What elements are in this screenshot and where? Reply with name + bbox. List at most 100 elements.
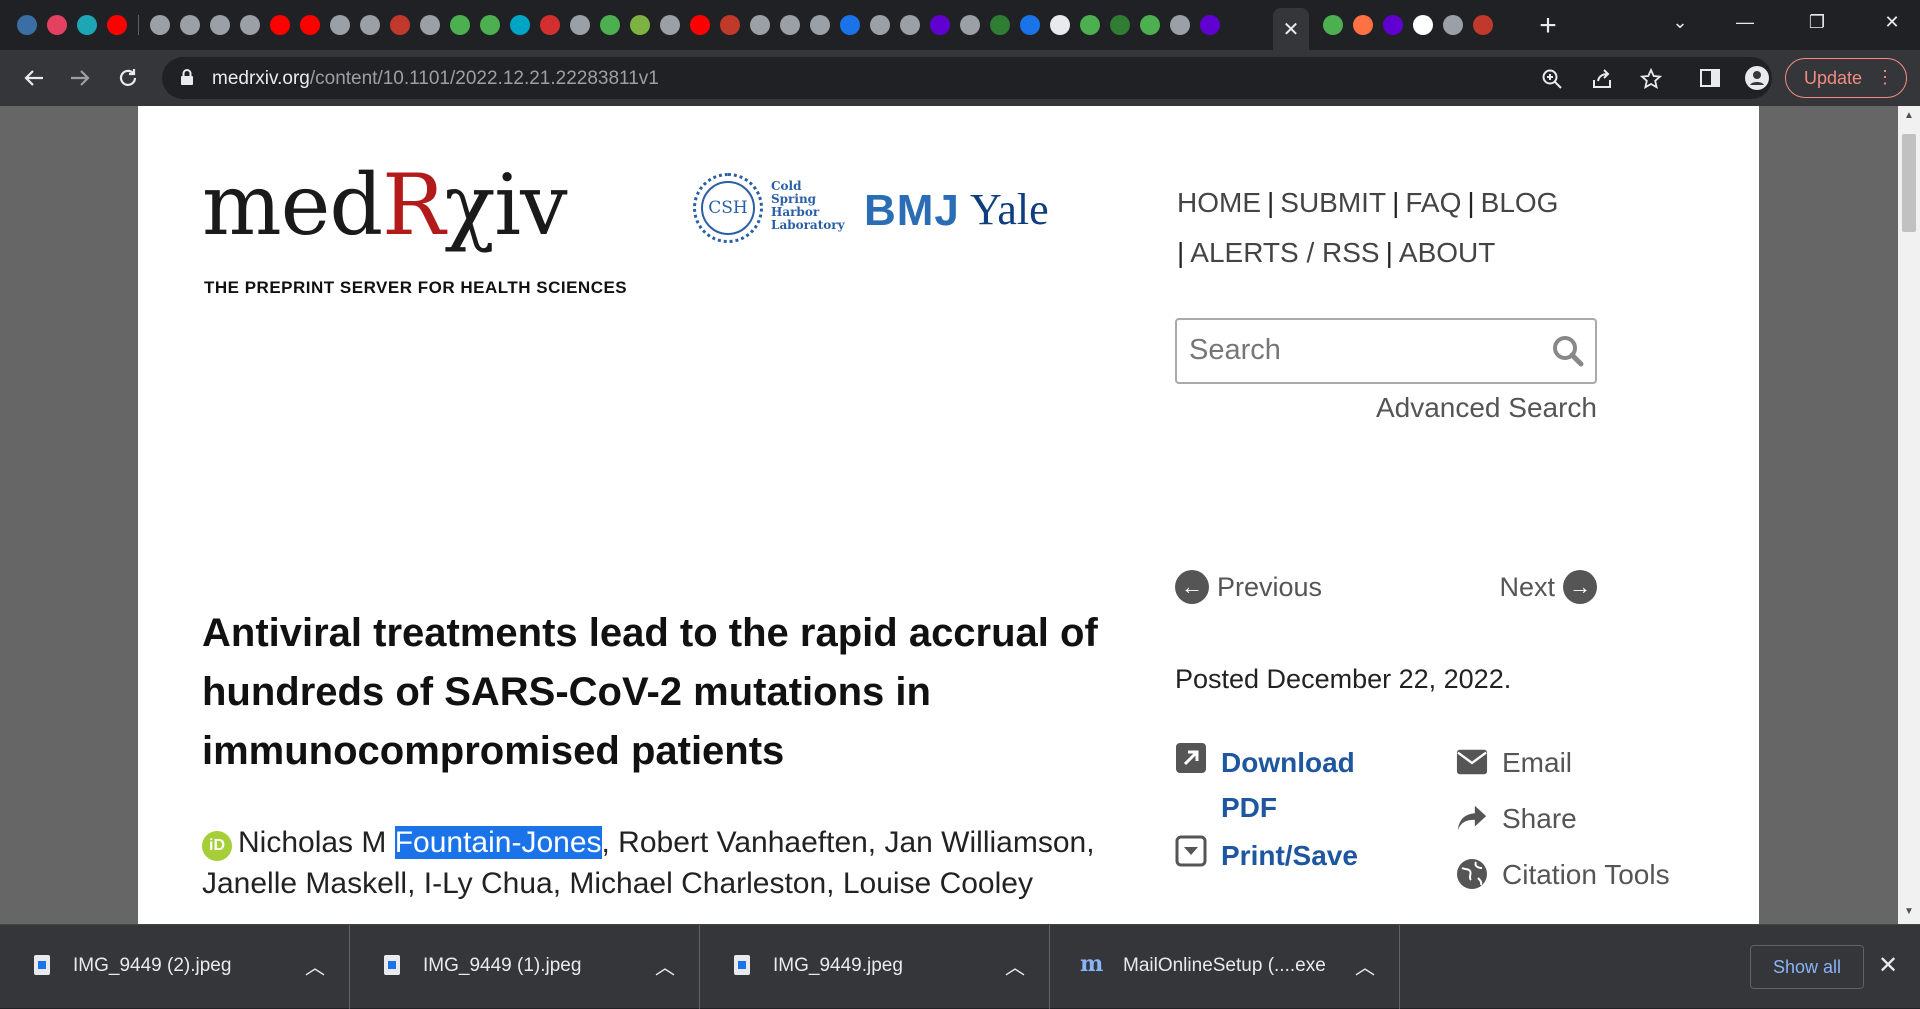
print-save-link[interactable]: Print/Save: [1175, 833, 1358, 878]
nav-home[interactable]: HOME: [1177, 187, 1261, 218]
update-button[interactable]: Update ⋮: [1785, 58, 1907, 98]
tab-favicon[interactable]: [625, 10, 655, 40]
medrxiv-logo[interactable]: medRχiv: [202, 156, 568, 254]
nav-submit[interactable]: SUBMIT: [1280, 187, 1386, 218]
yale-logo[interactable]: Yale: [970, 184, 1049, 235]
tab-favicon[interactable]: [535, 10, 565, 40]
tab-favicon[interactable]: [715, 10, 745, 40]
tab-favicon[interactable]: [265, 10, 295, 40]
tab-favicon[interactable]: [775, 10, 805, 40]
next-link[interactable]: Next →: [1427, 570, 1597, 604]
tab-favicon[interactable]: [445, 10, 475, 40]
tab-favicon[interactable]: [145, 10, 175, 40]
zoom-icon[interactable]: [1540, 67, 1564, 91]
download-item[interactable]: IMG_9449 (2).jpeg ︿: [0, 925, 350, 1009]
download-item[interactable]: IMG_9449.jpeg ︿: [700, 925, 1050, 1009]
orcid-icon[interactable]: iD: [202, 831, 232, 861]
tab-favicon[interactable]: [295, 10, 325, 40]
more-menu-icon[interactable]: ⋮: [1876, 67, 1894, 88]
close-shelf-icon[interactable]: ✕: [1878, 951, 1898, 980]
chevron-up-icon[interactable]: ︿: [305, 951, 325, 980]
tab-favicon[interactable]: [385, 10, 415, 40]
new-tab-button[interactable]: +: [1530, 10, 1566, 42]
tab-favicon[interactable]: [1165, 10, 1195, 40]
chevron-up-icon[interactable]: ︿: [1005, 951, 1025, 980]
tab-favicon[interactable]: [685, 10, 715, 40]
tab-favicon[interactable]: [835, 10, 865, 40]
tab-favicon[interactable]: [205, 10, 235, 40]
tab-favicon[interactable]: [565, 10, 595, 40]
forward-button[interactable]: [62, 60, 98, 96]
tab-favicon[interactable]: [355, 10, 385, 40]
nav-alerts-rss[interactable]: ALERTS / RSS: [1190, 237, 1379, 268]
tab-favicon[interactable]: [895, 10, 925, 40]
download-item[interactable]: m MailOnlineSetup (....exe ︿: [1050, 925, 1400, 1009]
tab-favicon[interactable]: [475, 10, 505, 40]
tab-favicon[interactable]: [1105, 10, 1135, 40]
tab-favicon[interactable]: [1438, 10, 1468, 40]
previous-link[interactable]: ← Previous: [1175, 570, 1322, 604]
tab-favicon[interactable]: [505, 10, 535, 40]
bmj-logo[interactable]: BMJ: [864, 186, 960, 236]
tab-favicon[interactable]: [955, 10, 985, 40]
reload-button[interactable]: [110, 60, 146, 96]
nav-about[interactable]: ABOUT: [1399, 237, 1495, 268]
tab-favicon[interactable]: [1015, 10, 1045, 40]
email-link[interactable]: Email: [1456, 740, 1572, 785]
profile-avatar-icon[interactable]: [1741, 62, 1773, 94]
search-icon[interactable]: [1551, 334, 1585, 368]
share-page-icon[interactable]: [1590, 67, 1614, 91]
active-tab[interactable]: ✕: [1273, 8, 1309, 50]
tab-favicon[interactable]: [1348, 10, 1378, 40]
tab-favicon[interactable]: [1135, 10, 1165, 40]
download-pdf-link[interactable]: Download PDF: [1175, 740, 1395, 830]
tab-favicon[interactable]: [865, 10, 895, 40]
side-panel-icon[interactable]: [1694, 62, 1726, 94]
nav-blog[interactable]: BLOG: [1481, 187, 1559, 218]
share-link[interactable]: Share: [1456, 796, 1577, 841]
back-button[interactable]: [16, 60, 52, 96]
minimize-button[interactable]: —: [1725, 4, 1765, 40]
tab-favicon[interactable]: [655, 10, 685, 40]
tab-favicon[interactable]: [325, 10, 355, 40]
tab-favicon[interactable]: [745, 10, 775, 40]
nav-faq[interactable]: FAQ: [1405, 187, 1461, 218]
tab-favicon[interactable]: [985, 10, 1015, 40]
close-window-button[interactable]: ✕: [1872, 4, 1912, 40]
tab-favicon[interactable]: [1195, 10, 1225, 40]
tab-favicon[interactable]: [102, 10, 132, 40]
citation-tools-link[interactable]: Citation Tools: [1456, 852, 1670, 897]
address-bar[interactable]: medrxiv.org/content/10.1101/2022.12.21.2…: [162, 57, 1772, 99]
tab-favicon[interactable]: [72, 10, 102, 40]
show-all-button[interactable]: Show all: [1750, 945, 1864, 989]
tab-favicon[interactable]: [1468, 10, 1498, 40]
tab-favicon[interactable]: [235, 10, 265, 40]
tab-search-icon[interactable]: ⌄: [1660, 4, 1700, 40]
tab-favicon[interactable]: [415, 10, 445, 40]
chevron-up-icon[interactable]: ︿: [655, 951, 675, 980]
tab-favicon[interactable]: [1378, 10, 1408, 40]
tab-favicon[interactable]: [805, 10, 835, 40]
tab-favicon[interactable]: [175, 10, 205, 40]
tab-favicon[interactable]: [1075, 10, 1105, 40]
tab-favicon[interactable]: [1045, 10, 1075, 40]
tab-favicon[interactable]: [42, 10, 72, 40]
tab-favicon[interactable]: [1318, 10, 1348, 40]
csh-logo[interactable]: CSH: [693, 173, 763, 243]
scroll-up-icon[interactable]: ▲: [1902, 110, 1916, 124]
bookmark-star-icon[interactable]: [1639, 67, 1663, 91]
tab-favicon[interactable]: [1408, 10, 1438, 40]
tab-close-icon[interactable]: ✕: [1283, 17, 1300, 42]
download-item[interactable]: IMG_9449 (1).jpeg ︿: [350, 925, 700, 1009]
author-first-name[interactable]: Nicholas M: [238, 826, 395, 859]
vertical-scrollbar[interactable]: ▲ ▼: [1898, 106, 1920, 924]
tab-favicon[interactable]: [925, 10, 955, 40]
advanced-search-link[interactable]: Advanced Search: [1270, 392, 1597, 424]
tab-favicon[interactable]: [12, 10, 42, 40]
tab-favicon[interactable]: [595, 10, 625, 40]
scrollbar-thumb[interactable]: [1902, 134, 1916, 232]
url-text[interactable]: medrxiv.org/content/10.1101/2022.12.21.2…: [212, 68, 659, 90]
chevron-up-icon[interactable]: ︿: [1355, 951, 1375, 980]
search-input[interactable]: Search: [1175, 318, 1597, 384]
author-highlighted-name[interactable]: Fountain-Jones: [394, 826, 602, 859]
